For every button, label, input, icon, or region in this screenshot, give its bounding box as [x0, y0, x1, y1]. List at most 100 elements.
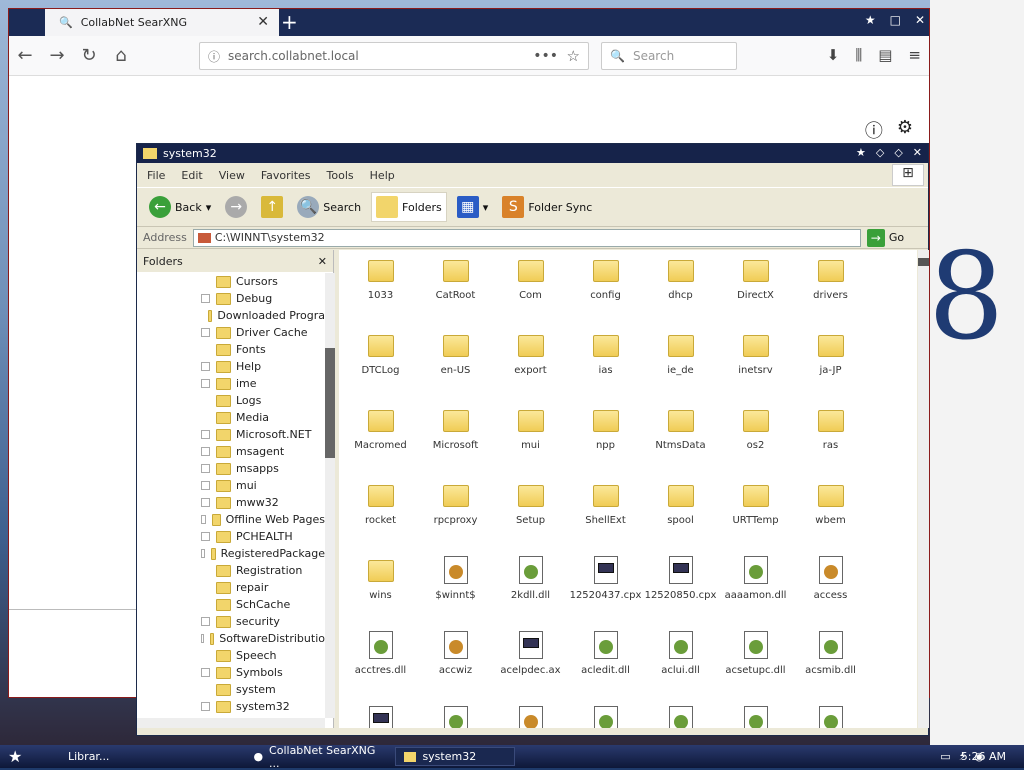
- folder-tree-item[interactable]: msapps: [137, 460, 325, 477]
- home-icon[interactable]: ⌂: [105, 45, 137, 66]
- folder-tree-item[interactable]: ime: [137, 375, 325, 392]
- file-item[interactable]: ras: [793, 404, 868, 479]
- file-view-scrollbar[interactable]: [918, 250, 929, 728]
- gear-icon[interactable]: ⚙: [897, 117, 913, 143]
- expand-icon[interactable]: [201, 328, 210, 337]
- folder-tree-item[interactable]: Help: [137, 358, 325, 375]
- file-item[interactable]: drivers: [793, 254, 868, 329]
- download-icon[interactable]: ⬇: [827, 46, 840, 64]
- file-item[interactable]: Com: [493, 254, 568, 329]
- file-item[interactable]: 12520437.cpx: [568, 554, 643, 629]
- file-item[interactable]: Macromed: [343, 404, 418, 479]
- pin-button[interactable]: ★: [856, 146, 866, 159]
- folder-tree-item[interactable]: repair: [137, 579, 325, 596]
- expand-icon[interactable]: [201, 617, 210, 626]
- close-button[interactable]: ✕: [913, 146, 922, 159]
- close-window-button[interactable]: ✕: [915, 13, 925, 27]
- file-item[interactable]: CatRoot: [418, 254, 493, 329]
- url-bar[interactable]: ⓘ search.collabnet.local ••• ☆: [199, 42, 589, 70]
- file-item[interactable]: DirectX: [718, 254, 793, 329]
- folder-tree-item[interactable]: PCHEALTH: [137, 528, 325, 545]
- file-item[interactable]: acledit.dll: [568, 629, 643, 704]
- expand-icon[interactable]: [201, 294, 210, 303]
- views-button[interactable]: ▦ ▾: [453, 193, 493, 221]
- expand-icon[interactable]: [201, 668, 210, 677]
- file-item[interactable]: [418, 704, 493, 728]
- back-arrow-icon[interactable]: ←: [9, 45, 41, 66]
- menu-file[interactable]: File: [147, 169, 165, 182]
- expand-icon[interactable]: [201, 464, 210, 473]
- up-button[interactable]: ↑: [257, 193, 287, 221]
- taskbar-item-browser[interactable]: ● CollabNet SearXNG ...: [245, 744, 395, 770]
- taskbar-item-explorer[interactable]: system32: [395, 747, 516, 766]
- file-item[interactable]: [493, 704, 568, 728]
- folder-tree-item[interactable]: system32: [137, 698, 325, 715]
- expand-icon[interactable]: [201, 379, 210, 388]
- file-item[interactable]: URTTemp: [718, 479, 793, 554]
- keyboard-icon[interactable]: ▭: [940, 750, 950, 763]
- maximize-button[interactable]: ◇: [894, 146, 902, 159]
- expand-icon[interactable]: [201, 702, 210, 711]
- menu-help[interactable]: Help: [370, 169, 395, 182]
- folder-tree-item[interactable]: Cursors: [137, 273, 325, 290]
- folder-tree-item[interactable]: Logs: [137, 392, 325, 409]
- file-item[interactable]: 12520850.cpx: [643, 554, 718, 629]
- folders-button[interactable]: Folders: [371, 192, 447, 222]
- folder-tree-item[interactable]: msagent: [137, 443, 325, 460]
- start-button[interactable]: ★: [8, 747, 22, 766]
- folder-sync-button[interactable]: S Folder Sync: [498, 193, 596, 221]
- file-item[interactable]: config: [568, 254, 643, 329]
- folder-tree-item[interactable]: RegisteredPackage: [137, 545, 325, 562]
- file-item[interactable]: 2kdll.dll: [493, 554, 568, 629]
- folder-tree-item[interactable]: mui: [137, 477, 325, 494]
- restore-button[interactable]: □: [890, 13, 901, 27]
- forward-arrow-icon[interactable]: →: [41, 45, 73, 66]
- dropdown-icon[interactable]: ▾: [206, 201, 212, 214]
- menu-view[interactable]: View: [219, 169, 245, 182]
- file-item[interactable]: [793, 704, 868, 728]
- taskbar-item-library[interactable]: Librar...: [68, 750, 109, 763]
- minimize-button[interactable]: ◇: [876, 146, 884, 159]
- file-item[interactable]: DTCLog: [343, 329, 418, 404]
- expand-icon[interactable]: [201, 362, 210, 371]
- folder-tree-item[interactable]: Media: [137, 409, 325, 426]
- expand-icon[interactable]: [201, 515, 207, 524]
- info-icon[interactable]: ⓘ: [865, 117, 883, 143]
- new-tab-button[interactable]: +: [281, 10, 299, 34]
- file-item[interactable]: accwiz: [418, 629, 493, 704]
- file-item[interactable]: en-US: [418, 329, 493, 404]
- file-item[interactable]: rocket: [343, 479, 418, 554]
- reload-icon[interactable]: ↻: [73, 45, 105, 66]
- file-item[interactable]: rpcproxy: [418, 479, 493, 554]
- file-item[interactable]: [718, 704, 793, 728]
- file-item[interactable]: dhcp: [643, 254, 718, 329]
- file-item[interactable]: spool: [643, 479, 718, 554]
- file-item[interactable]: ie_de: [643, 329, 718, 404]
- expand-icon[interactable]: [201, 549, 205, 558]
- file-item[interactable]: 1033: [343, 254, 418, 329]
- file-item[interactable]: wbem: [793, 479, 868, 554]
- file-item[interactable]: acelpdec.ax: [493, 629, 568, 704]
- file-item[interactable]: ias: [568, 329, 643, 404]
- expand-icon[interactable]: [201, 498, 210, 507]
- menu-edit[interactable]: Edit: [181, 169, 202, 182]
- folder-tree-item[interactable]: system: [137, 681, 325, 698]
- search-box[interactable]: 🔍 Search: [601, 42, 737, 70]
- menu-tools[interactable]: Tools: [327, 169, 354, 182]
- file-item[interactable]: Microsoft: [418, 404, 493, 479]
- bookmark-star-icon[interactable]: ☆: [567, 47, 580, 65]
- file-item[interactable]: ShellExt: [568, 479, 643, 554]
- folder-tree-hscrollbar[interactable]: [137, 718, 325, 728]
- file-item[interactable]: acctres.dll: [343, 629, 418, 704]
- minimize-button[interactable]: ★: [865, 13, 876, 27]
- file-item[interactable]: inetsrv: [718, 329, 793, 404]
- file-item[interactable]: $winnt$: [418, 554, 493, 629]
- library-icon[interactable]: ⫼: [855, 46, 862, 64]
- expand-icon[interactable]: [201, 447, 210, 456]
- folder-tree-item[interactable]: Microsoft.NET: [137, 426, 325, 443]
- file-item[interactable]: acsmib.dll: [793, 629, 868, 704]
- menu-icon[interactable]: ≡: [908, 46, 921, 64]
- file-item[interactable]: mui: [493, 404, 568, 479]
- file-item[interactable]: npp: [568, 404, 643, 479]
- file-item[interactable]: acsetupc.dll: [718, 629, 793, 704]
